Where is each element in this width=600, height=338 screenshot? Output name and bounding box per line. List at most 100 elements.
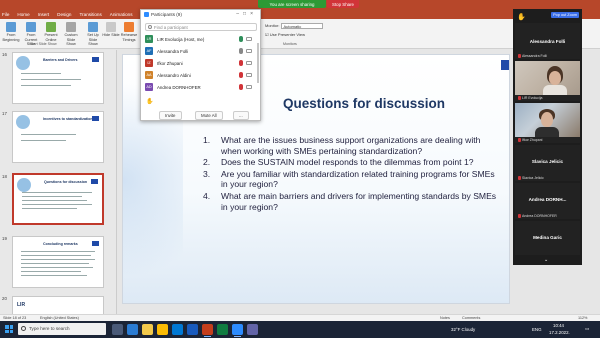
monitor-select[interactable]: Monitor: Automatic xyxy=(265,23,324,29)
participant-row[interactable]: AD Andrea DORNHOFER xyxy=(145,82,257,93)
zoom-level[interactable]: 112% xyxy=(578,316,587,320)
video-tile[interactable]: Andrea DORNH... Andrea DORNHOFER xyxy=(515,183,580,219)
mic-muted-icon[interactable] xyxy=(239,60,243,66)
slide-thumbnails-pane: 16 Barriers and Drivers 17 Incentives to… xyxy=(0,50,117,320)
status-bar: Slide 18 of 23 English (United States) N… xyxy=(0,314,600,321)
clock-date[interactable]: 17.2.2022. xyxy=(549,330,570,335)
participants-header: Participants (9) –□× xyxy=(141,10,260,19)
comments-button[interactable]: Comments xyxy=(462,316,480,320)
mic-icon[interactable] xyxy=(239,48,243,54)
slide-thumbnail-19[interactable]: Concluding remarks xyxy=(12,236,104,288)
tab-design[interactable]: Design xyxy=(57,12,71,17)
slideshow-start-icon xyxy=(6,22,16,32)
tab-insert[interactable]: Insert xyxy=(38,12,50,17)
video-tile[interactable]: Medina Garic xyxy=(515,221,580,255)
slide-thumbnail-16[interactable]: Barriers and Drivers xyxy=(12,52,104,104)
teams-icon[interactable] xyxy=(247,324,258,335)
video-panel: ✋ Pop out Zoom Alessandra Folli Alessand… xyxy=(513,9,582,265)
raise-hand-icon: ✋ xyxy=(517,14,526,21)
word-icon[interactable] xyxy=(187,324,198,335)
windows-taskbar: Type here to search 32°F Cloudy ENG 10:4… xyxy=(0,321,600,338)
pop-out-button[interactable]: Pop out Zoom xyxy=(551,12,579,18)
slide-thumbnail-17[interactable]: Incentives to standardization xyxy=(12,111,104,163)
camera-icon[interactable] xyxy=(246,37,252,41)
raise-hand-icon: ✋ xyxy=(146,99,154,105)
task-view-icon[interactable] xyxy=(112,324,123,335)
camera-icon[interactable] xyxy=(246,49,252,53)
present-online-icon xyxy=(46,22,56,32)
participant-row[interactable]: AA Alessandro Aldini xyxy=(145,70,257,81)
present-online-button[interactable]: Present Online xyxy=(42,22,60,42)
outlook-icon[interactable] xyxy=(172,324,183,335)
tab-home[interactable]: Home xyxy=(17,12,29,17)
eu-flag-icon xyxy=(92,241,99,246)
mic-muted-icon[interactable] xyxy=(239,84,243,90)
video-panel-header: ✋ Pop out Zoom xyxy=(513,11,582,21)
video-tile[interactable]: Slavica Jelicic Slavica Jelicic xyxy=(515,145,580,181)
camera-icon[interactable] xyxy=(246,85,252,89)
powerpoint-icon[interactable] xyxy=(202,324,213,337)
avatar: IZ xyxy=(145,59,153,67)
eu-flag-icon xyxy=(91,179,98,184)
list-item: 1. What are the issues business support o… xyxy=(203,135,481,156)
edge-icon[interactable] xyxy=(127,324,138,335)
mic-muted-icon[interactable] xyxy=(239,72,243,78)
notes-button[interactable]: Notes xyxy=(440,316,450,320)
participant-search-input[interactable]: Find a participant xyxy=(145,23,257,31)
mic-muted-icon xyxy=(518,214,521,218)
rehearse-timings-button[interactable]: Rehearse Timings xyxy=(120,22,138,42)
windows-start-icon[interactable] xyxy=(5,325,13,333)
group-start-slide-show: Start Slide Show xyxy=(30,42,57,46)
avatar: AF xyxy=(145,47,153,55)
mic-icon[interactable] xyxy=(239,36,243,42)
thumb-number: 17 xyxy=(2,111,7,116)
language-indicator[interactable]: ENG xyxy=(532,327,542,332)
avatar: AA xyxy=(145,71,153,79)
tab-animations[interactable]: Animations xyxy=(110,12,133,17)
slide-thumbnail-20[interactable]: LIR xyxy=(12,296,104,316)
invite-button[interactable]: Invite xyxy=(159,111,182,120)
video-tile[interactable]: Alessandra Folli Alessandra Folli xyxy=(515,23,580,59)
tab-transitions[interactable]: Transitions xyxy=(79,12,101,17)
file-explorer-icon[interactable] xyxy=(142,324,153,335)
mute-all-button[interactable]: Mute All xyxy=(195,111,223,120)
slide-title: Questions for discussion xyxy=(283,96,446,111)
weather-widget[interactable]: 32°F Cloudy xyxy=(451,327,475,332)
avatar: AD xyxy=(145,83,153,91)
chrome-icon[interactable] xyxy=(157,324,168,335)
more-options-button[interactable]: ... xyxy=(233,111,249,120)
window-controls[interactable]: –□× xyxy=(236,11,257,17)
video-tile[interactable]: LIR Evolucija xyxy=(515,61,580,101)
presenter-view-checkbox[interactable]: ☑ Use Presenter View xyxy=(265,32,305,37)
tab-file[interactable]: File xyxy=(2,12,9,17)
participant-row[interactable]: AF Alessandra Folli xyxy=(145,46,257,57)
excel-icon[interactable] xyxy=(217,324,228,335)
thumb-number: 16 xyxy=(2,52,7,57)
zoom-app-icon[interactable] xyxy=(232,324,243,337)
video-tile[interactable]: Ifkor Zhupani xyxy=(515,103,580,143)
custom-slide-show-button[interactable]: Custom Slide Show xyxy=(62,22,80,47)
camera-icon[interactable] xyxy=(246,73,252,77)
set-up-slide-show-button[interactable]: Set Up Slide Show xyxy=(84,22,102,47)
notification-icon[interactable]: ▭ xyxy=(585,326,589,332)
from-beginning-button[interactable]: From Beginning xyxy=(2,22,20,42)
slide-thumbnail-18[interactable]: Questions for discussion xyxy=(12,173,104,225)
participants-scrollbar[interactable] xyxy=(257,43,259,83)
participant-row[interactable]: LR LIR Evolucija (Host, me) xyxy=(145,34,257,45)
taskbar-search-input[interactable]: Type here to search xyxy=(18,323,106,335)
clock-time[interactable]: 10:44 xyxy=(553,323,564,328)
camera-icon[interactable] xyxy=(246,61,252,65)
participant-row[interactable]: IZ Ifkor Zhupani xyxy=(145,58,257,69)
stop-share-button[interactable]: Stop Share xyxy=(327,0,359,8)
language-indicator[interactable]: English (United States) xyxy=(40,316,79,320)
slideshow-current-icon xyxy=(26,22,36,32)
thumb-number: 18 xyxy=(2,174,7,179)
thumb-number: 20 xyxy=(2,296,7,301)
mic-muted-icon xyxy=(518,54,521,58)
mic-muted-icon xyxy=(518,176,521,180)
avatar: LR xyxy=(145,35,153,43)
eu-flag-icon xyxy=(92,57,99,62)
custom-show-icon xyxy=(66,22,76,32)
chevron-down-icon[interactable]: ⌄ xyxy=(544,257,548,263)
hide-slide-button[interactable]: Hide Slide xyxy=(102,22,120,38)
